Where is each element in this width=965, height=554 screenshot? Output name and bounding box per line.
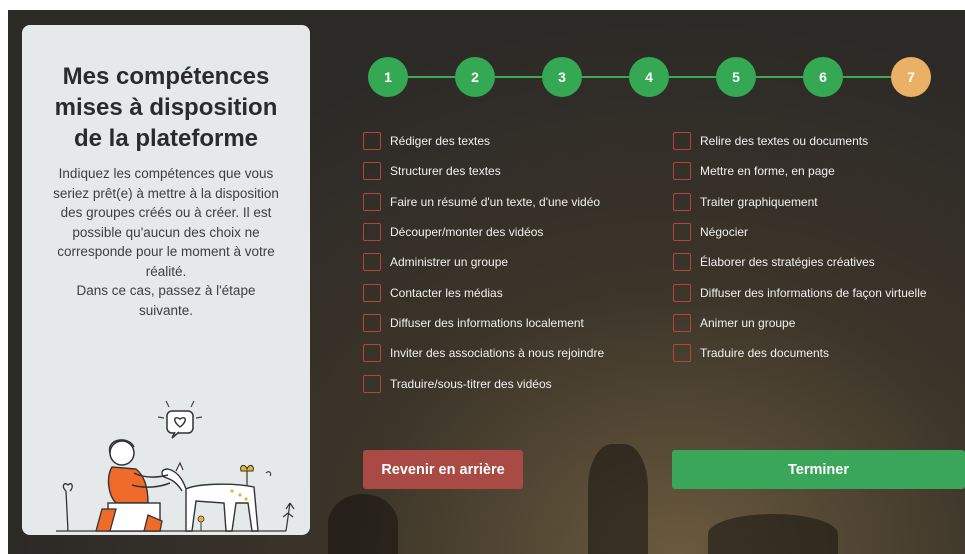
progress-stepper: 1 2 3 4 5 6 7 [368, 57, 953, 97]
skill-option[interactable]: Inviter des associations à nous rejoindr… [363, 338, 604, 368]
checkbox-icon[interactable] [363, 192, 381, 211]
info-panel: Mes compétences mises à disposition de l… [22, 25, 310, 535]
page-title-line: Mes compétences [62, 63, 270, 90]
checkbox-icon[interactable] [673, 344, 691, 363]
woman-with-deer-illustration [56, 400, 295, 532]
skill-option[interactable]: Négocier [673, 217, 927, 247]
checkbox-icon[interactable] [363, 253, 381, 272]
skill-option[interactable]: Relire des textes ou documents [673, 126, 927, 156]
page-title: Mes compétences mises à disposition de l… [22, 61, 310, 154]
checkbox-icon[interactable] [673, 192, 691, 211]
description-line: seriez prêt(e) à mettre à la disposition [53, 185, 279, 201]
description-line: réalité. [145, 263, 187, 279]
skill-option[interactable]: Diffuser des informations de façon virtu… [673, 277, 927, 307]
description-line: Indiquez les compétences que vous [58, 166, 274, 181]
skill-label: Découper/monter des vidéos [390, 225, 544, 240]
skill-option[interactable]: Diffuser des informations localement [363, 308, 604, 338]
checkbox-icon[interactable] [673, 162, 691, 181]
step-3: 3 [542, 57, 582, 97]
checkbox-icon[interactable] [363, 283, 381, 302]
background-silhouette [588, 444, 648, 554]
step-6: 6 [803, 57, 843, 97]
skill-label: Structurer des textes [390, 164, 501, 179]
skill-label: Rédiger des textes [390, 134, 491, 149]
background-silhouette [708, 514, 838, 554]
skill-option[interactable]: Administrer un groupe [363, 247, 604, 277]
skill-option[interactable]: Mettre en forme, en page [673, 156, 927, 186]
step-4: 4 [629, 57, 669, 97]
skill-option[interactable]: Structurer des textes [363, 156, 604, 186]
checkbox-icon[interactable] [673, 253, 691, 272]
skill-label: Inviter des associations à nous rejoindr… [390, 346, 605, 361]
skill-label: Traduire des documents [700, 346, 829, 361]
checkbox-icon[interactable] [363, 162, 381, 181]
checkbox-icon[interactable] [363, 132, 381, 151]
skill-label: Relire des textes ou documents [700, 134, 869, 149]
page-title-line: de la plateforme [73, 125, 259, 152]
skill-label: Diffuser des informations de façon virtu… [700, 285, 927, 300]
skills-list-left: Rédiger des textes Structurer des textes… [363, 126, 604, 399]
skill-label: Traduire/sous-titrer des vidéos [390, 376, 552, 391]
skill-option[interactable]: Traiter graphiquement [673, 187, 927, 217]
skill-option[interactable]: Traduire des documents [673, 338, 927, 368]
skill-label: Administrer un groupe [390, 255, 509, 270]
skill-label: Mettre en forme, en page [700, 164, 835, 179]
skill-option[interactable]: Élaborer des stratégies créatives [673, 247, 927, 277]
description-line: possible qu'aucun des choix ne [72, 224, 260, 240]
checkbox-icon[interactable] [673, 283, 691, 302]
description-line: corresponde pour le moment à votre [57, 244, 275, 259]
checkbox-icon[interactable] [363, 223, 381, 242]
skill-label: Animer un groupe [700, 315, 796, 330]
checkbox-icon[interactable] [673, 313, 691, 332]
description-line: des groupes créés ou à créer. Il est [60, 205, 272, 220]
skill-option[interactable]: Faire un résumé d'un texte, d'une vidéo [363, 187, 604, 217]
step-7-current: 7 [891, 57, 931, 97]
skill-label: Faire un résumé d'un texte, d'une vidéo [390, 194, 601, 209]
skill-label: Négocier [700, 225, 749, 240]
skill-option[interactable]: Contacter les médias [363, 277, 604, 307]
skill-label: Diffuser des informations localement [390, 315, 584, 330]
skill-label: Élaborer des stratégies créatives [700, 255, 875, 270]
skill-option[interactable]: Rédiger des textes [363, 126, 604, 156]
step-1: 1 [368, 57, 408, 97]
panel-description: Indiquez les compétences que vous seriez… [42, 164, 290, 320]
skill-option[interactable]: Animer un groupe [673, 308, 927, 338]
checkbox-icon[interactable] [363, 374, 381, 393]
step-5: 5 [716, 57, 756, 97]
back-button[interactable]: Revenir en arrière [363, 450, 523, 489]
description-line: suivante. [138, 302, 194, 318]
skill-option[interactable]: Découper/monter des vidéos [363, 217, 604, 247]
skill-label: Contacter les médias [390, 285, 503, 300]
description-line: Dans ce cas, passez à l'étape [76, 283, 256, 298]
page-title-line: mises à disposition [54, 94, 278, 121]
page-background: Mes compétences mises à disposition de l… [8, 10, 965, 554]
skills-list-right: Relire des textes ou documents Mettre en… [673, 126, 927, 368]
finish-button[interactable]: Terminer [672, 450, 965, 489]
checkbox-icon[interactable] [363, 313, 381, 332]
checkbox-icon[interactable] [363, 344, 381, 363]
checkbox-icon[interactable] [673, 132, 691, 151]
background-silhouette [328, 494, 398, 554]
skill-option[interactable]: Traduire/sous-titrer des vidéos [363, 368, 604, 398]
skill-label: Traiter graphiquement [700, 194, 818, 209]
checkbox-icon[interactable] [673, 223, 691, 242]
step-2: 2 [455, 57, 495, 97]
